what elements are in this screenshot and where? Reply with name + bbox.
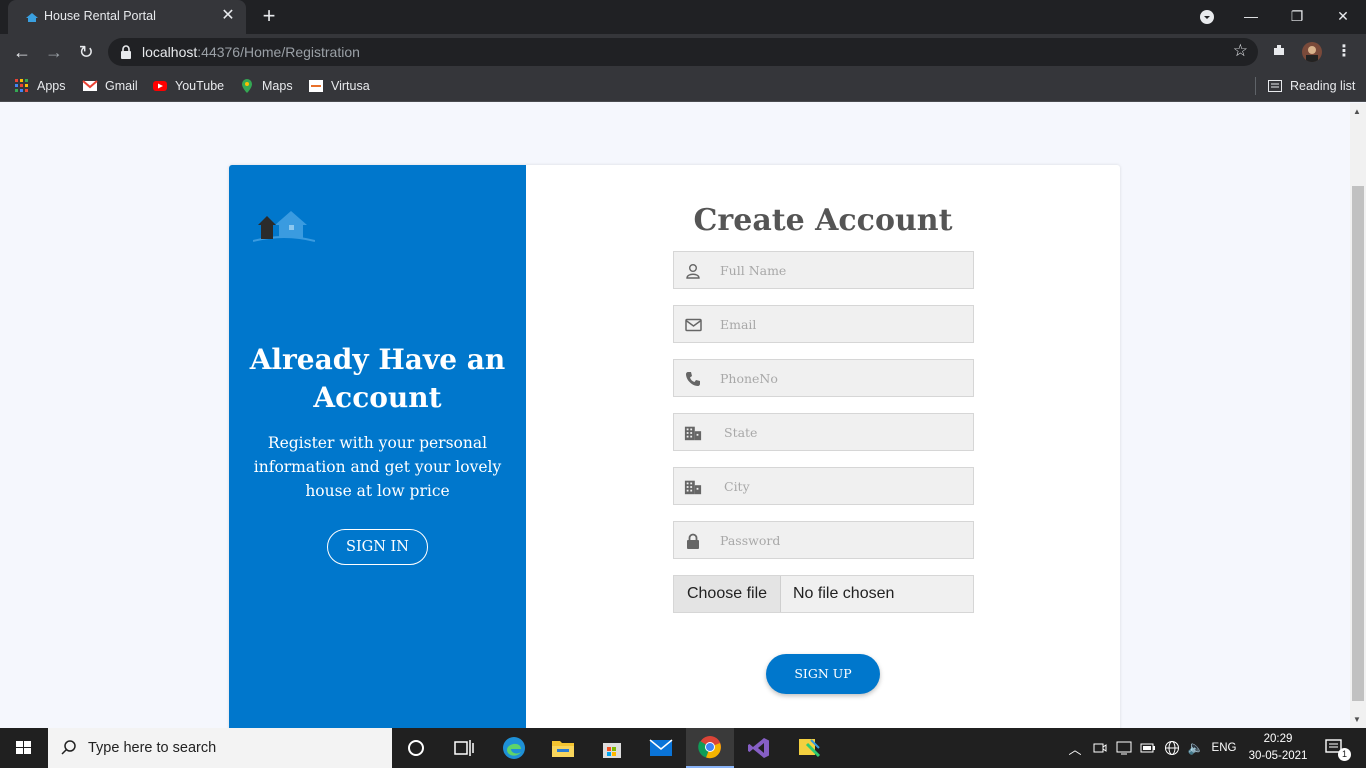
building-icon xyxy=(684,478,702,496)
reading-list-button[interactable]: Reading list xyxy=(1267,76,1355,96)
password-field[interactable] xyxy=(673,521,974,559)
city-field[interactable] xyxy=(673,467,974,505)
maps-pin-icon xyxy=(242,79,252,93)
envelope-icon xyxy=(684,316,702,334)
system-clock[interactable]: 20:29 30-05-2021 xyxy=(1242,731,1314,765)
url-text[interactable]: localhost:44376/Home/Registration xyxy=(142,44,360,60)
notification-count-badge: 1 xyxy=(1338,748,1351,761)
minimize-icon[interactable]: — xyxy=(1228,0,1274,34)
building-icon xyxy=(684,424,702,442)
bookmark-virtusa[interactable]: Virtusa xyxy=(308,76,370,96)
lock-icon xyxy=(121,45,131,59)
state-input[interactable] xyxy=(724,414,974,450)
signin-description: Register with your personal information … xyxy=(253,434,502,500)
new-tab-icon[interactable]: + xyxy=(258,5,280,28)
apps-grid-icon xyxy=(15,79,28,92)
tray-overflow-icon[interactable]: ︿ xyxy=(1066,728,1084,768)
bookmark-gmail[interactable]: Gmail xyxy=(82,76,138,96)
page-viewport: Already Have an Account Register with yo… xyxy=(0,103,1350,728)
taskbar-search-box[interactable]: Type here to search xyxy=(48,728,392,768)
email-field[interactable] xyxy=(673,305,974,343)
full-name-field[interactable] xyxy=(673,251,974,289)
battery-icon[interactable] xyxy=(1138,728,1158,768)
bookmark-youtube[interactable]: YouTube xyxy=(152,76,224,96)
globe-network-icon[interactable] xyxy=(1162,728,1182,768)
chrome-icon[interactable] xyxy=(686,728,734,768)
registration-card: Already Have an Account Register with yo… xyxy=(229,165,1120,728)
house-logo-icon xyxy=(253,211,315,242)
scroll-up-icon[interactable]: ▲ xyxy=(1353,107,1361,116)
forward-icon[interactable]: → xyxy=(42,40,66,64)
mail-icon[interactable] xyxy=(637,728,685,768)
restore-icon[interactable]: ❐ xyxy=(1274,0,1320,34)
virtusa-icon xyxy=(309,80,323,92)
meet-now-icon[interactable] xyxy=(1090,728,1110,768)
choose-file-button[interactable]: Choose file xyxy=(674,576,781,612)
windows-start-icon[interactable] xyxy=(0,728,48,768)
sign-up-button[interactable]: SIGN UP xyxy=(766,654,880,694)
page-scrollbar[interactable]: ▲ ▼ xyxy=(1350,103,1366,728)
task-view-icon[interactable] xyxy=(440,728,488,768)
clock-date: 30-05-2021 xyxy=(1248,750,1308,762)
tab-title: House Rental Portal xyxy=(44,9,156,23)
scroll-down-icon[interactable]: ▼ xyxy=(1353,715,1361,724)
signin-heading: Already Have an Account xyxy=(249,343,506,414)
user-icon xyxy=(684,262,702,280)
create-account-title: Create Account xyxy=(693,203,953,238)
back-icon[interactable]: ← xyxy=(10,40,34,64)
password-input[interactable] xyxy=(720,522,970,558)
file-status-text: No file chosen xyxy=(793,585,895,602)
bookmark-star-icon[interactable]: ☆ xyxy=(1233,41,1248,61)
bookmarks-separator xyxy=(1255,77,1256,95)
bookmark-maps[interactable]: Maps xyxy=(239,76,293,96)
search-placeholder: Type here to search xyxy=(88,740,217,756)
gmail-icon xyxy=(82,80,98,91)
file-upload-field[interactable]: Choose file No file chosen xyxy=(673,575,974,613)
phone-icon xyxy=(684,370,702,388)
microsoft-store-icon[interactable] xyxy=(588,728,636,768)
windows-taskbar: Type here to search ︿ 🔈 ENG 20:29 30-05-… xyxy=(0,728,1366,768)
visual-studio-icon[interactable] xyxy=(735,728,783,768)
sticky-app-icon[interactable] xyxy=(785,728,833,768)
phone-input[interactable] xyxy=(720,360,970,396)
extensions-icon[interactable] xyxy=(1269,42,1289,62)
address-bar[interactable]: localhost:44376/Home/Registration ☆ xyxy=(108,38,1258,66)
reading-list-icon xyxy=(1268,80,1282,92)
search-icon xyxy=(61,740,76,755)
profile-avatar[interactable] xyxy=(1302,42,1322,62)
lock-icon xyxy=(684,532,702,550)
file-explorer-icon[interactable] xyxy=(539,728,587,768)
language-indicator[interactable]: ENG xyxy=(1208,728,1240,768)
youtube-icon xyxy=(153,81,167,91)
notification-center-icon[interactable]: 1 xyxy=(1318,728,1352,768)
network-status-icon[interactable] xyxy=(1114,728,1134,768)
house-favicon-icon xyxy=(26,13,38,22)
sign-in-button[interactable]: SIGN IN xyxy=(327,529,428,565)
clock-time: 20:29 xyxy=(1263,733,1293,745)
scrollbar-thumb[interactable] xyxy=(1352,186,1364,701)
profile-menu-icon[interactable] xyxy=(1184,0,1230,34)
close-window-icon[interactable]: ✕ xyxy=(1320,0,1366,34)
phone-field[interactable] xyxy=(673,359,974,397)
edge-icon[interactable] xyxy=(490,728,538,768)
browser-tab[interactable]: House Rental Portal ✕ xyxy=(8,0,246,34)
state-field[interactable] xyxy=(673,413,974,451)
bookmark-apps[interactable]: Apps xyxy=(14,76,66,96)
email-input[interactable] xyxy=(720,306,970,342)
tab-close-icon[interactable]: ✕ xyxy=(218,6,238,26)
browser-title-bar: House Rental Portal ✕ + — ❐ ✕ xyxy=(0,0,1366,34)
cortana-icon[interactable] xyxy=(392,728,440,768)
volume-icon[interactable]: 🔈 xyxy=(1186,728,1206,768)
chrome-menu-icon[interactable]: ⋮ xyxy=(1334,42,1354,62)
reload-icon[interactable]: ↻ xyxy=(74,40,98,64)
city-input[interactable] xyxy=(724,468,974,504)
signin-panel: Already Have an Account Register with yo… xyxy=(229,165,526,728)
bookmarks-bar: Apps Gmail YouTube Maps Virtusa Reading … xyxy=(0,70,1366,102)
full-name-input[interactable] xyxy=(720,252,970,288)
browser-toolbar: ← → ↻ localhost:44376/Home/Registration … xyxy=(0,34,1366,70)
